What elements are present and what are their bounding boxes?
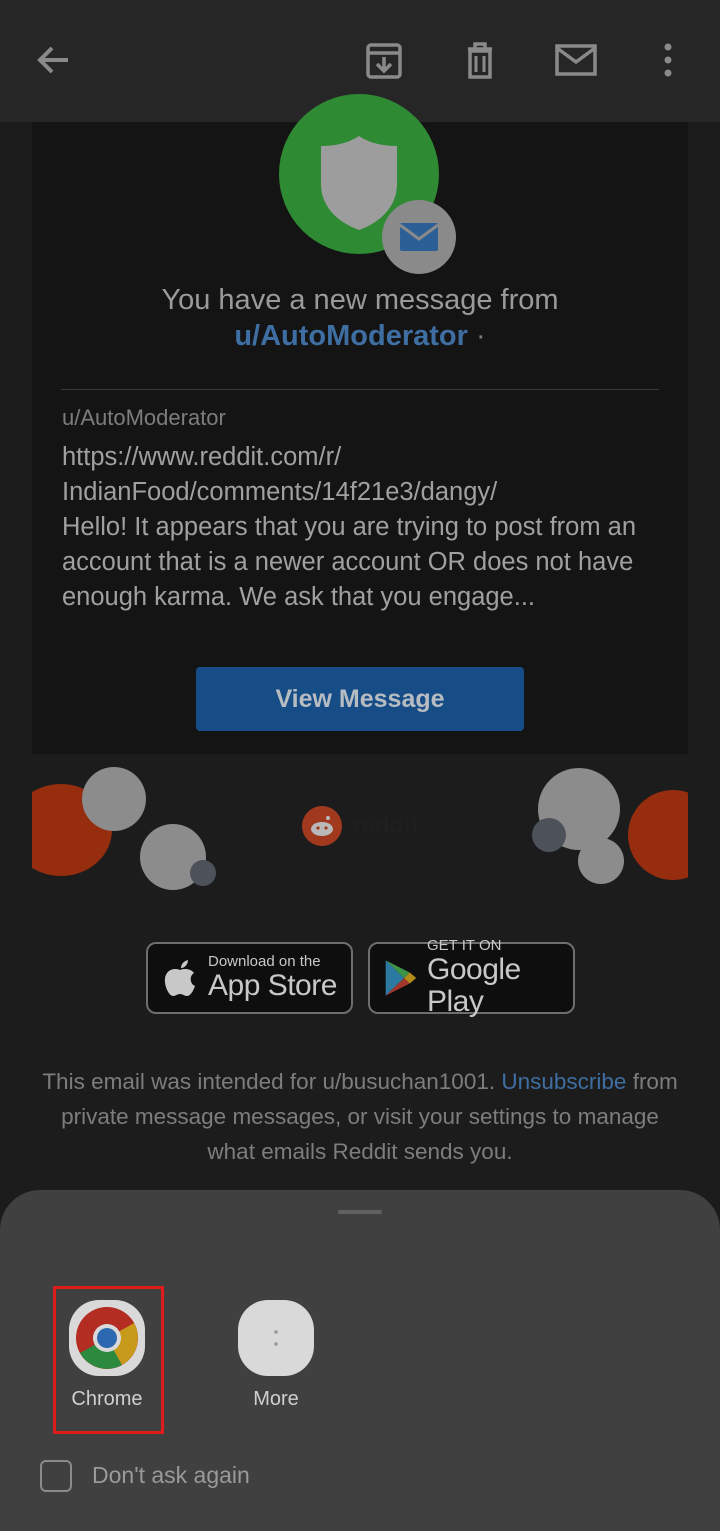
divider bbox=[61, 389, 659, 390]
archive-button[interactable] bbox=[360, 36, 408, 84]
more-vert-icon bbox=[664, 43, 672, 77]
mark-unread-button[interactable] bbox=[552, 36, 600, 84]
message-sender: u/AutoModerator bbox=[62, 405, 226, 430]
snippet-url-line1: https://www.reddit.com/r/ bbox=[62, 443, 342, 471]
snoo-icon bbox=[311, 816, 333, 836]
envelope-icon bbox=[399, 223, 439, 251]
more-app-tile bbox=[238, 1300, 314, 1376]
legal-prefix: This email was intended for u/busuchan10… bbox=[42, 1069, 496, 1094]
arrow-left-icon bbox=[37, 46, 68, 74]
app-label: More bbox=[253, 1388, 299, 1410]
snippet-text: Hello! It appears that you are trying to… bbox=[62, 513, 637, 611]
dont-ask-again-checkbox[interactable] bbox=[40, 1460, 72, 1492]
google-play-icon bbox=[385, 960, 417, 996]
reddit-wordmark: reddit bbox=[352, 812, 419, 839]
open-with-sheet: Chrome More Don't ask again bbox=[0, 1190, 720, 1531]
decor-circle bbox=[82, 767, 146, 831]
app-option-more[interactable]: More bbox=[226, 1300, 326, 1411]
separator-dot: · bbox=[475, 320, 486, 352]
dont-ask-again-label[interactable]: Don't ask again bbox=[92, 1462, 250, 1489]
app-store-button[interactable]: Download on the App Store bbox=[146, 942, 353, 1014]
decor-circle bbox=[190, 860, 216, 886]
more-options-button[interactable] bbox=[644, 36, 692, 84]
sender-link[interactable]: u/AutoModerator bbox=[234, 320, 468, 352]
mail-icon bbox=[555, 44, 597, 76]
message-headline: You have a new message from u/AutoModera… bbox=[32, 282, 688, 354]
decor-circle bbox=[578, 838, 624, 884]
drag-handle[interactable] bbox=[338, 1210, 382, 1214]
google-play-big-text: Google Play bbox=[426, 953, 521, 1018]
unsubscribe-link[interactable]: Unsubscribe bbox=[501, 1069, 626, 1094]
email-screen: You have a new message from u/AutoModera… bbox=[0, 0, 720, 1531]
trash-icon bbox=[468, 42, 492, 79]
reddit-footer: reddit Download on the App Store GET IT … bbox=[32, 754, 688, 1212]
mail-badge bbox=[382, 200, 456, 274]
google-play-small-text: GET IT ON bbox=[426, 937, 502, 954]
selection-highlight bbox=[53, 1286, 164, 1434]
snippet-url-line2: IndianFood/comments/14f21e3/dangy/ bbox=[62, 478, 498, 506]
app-store-big-text: App Store bbox=[208, 969, 337, 1002]
more-icon bbox=[274, 1330, 278, 1346]
email-body: You have a new message from u/AutoModera… bbox=[32, 94, 688, 1212]
reddit-logo-icon bbox=[302, 806, 342, 846]
legal-text: This email was intended for u/busuchan10… bbox=[42, 1064, 678, 1169]
app-store-small-text: Download on the bbox=[208, 953, 321, 970]
apple-icon bbox=[164, 960, 195, 996]
headline-text: You have a new message from bbox=[161, 284, 559, 316]
view-message-button[interactable]: View Message bbox=[196, 667, 524, 731]
message-snippet: https://www.reddit.com/r/ IndianFood/com… bbox=[62, 440, 662, 615]
decor-circle bbox=[532, 818, 566, 852]
archive-icon bbox=[366, 43, 402, 79]
back-button[interactable] bbox=[30, 36, 78, 84]
delete-button[interactable] bbox=[456, 36, 504, 84]
google-play-button[interactable]: GET IT ON Google Play bbox=[368, 938, 575, 1018]
decor-circle bbox=[628, 790, 688, 880]
